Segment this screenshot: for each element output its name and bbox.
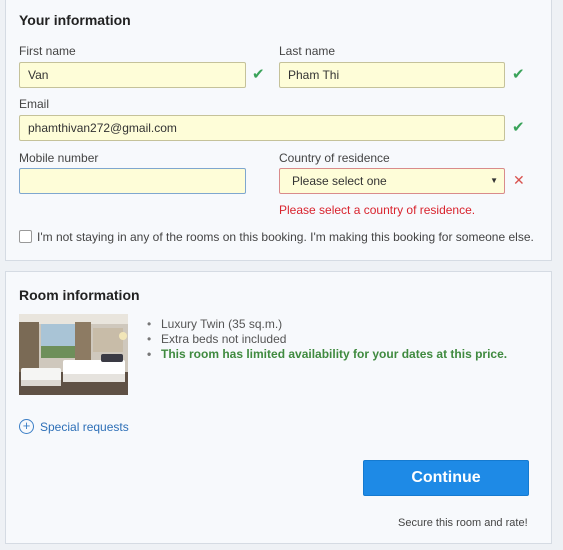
first-name-label: First name (19, 44, 76, 58)
special-requests-link[interactable]: Special requests (40, 420, 129, 434)
email-field[interactable]: phamthivan272@gmail.com (19, 115, 505, 141)
room-information-title: Room information (19, 287, 140, 303)
continue-button[interactable]: Continue (363, 460, 529, 496)
your-information-card: Your information First name Van ✔ Last n… (5, 0, 552, 261)
availability-item: This room has limited availability for y… (147, 347, 507, 362)
room-information-card: Room information Luxury Twin (35 sq.m.) … (5, 271, 552, 544)
email-label: Email (19, 97, 50, 111)
first-name-field[interactable]: Van (19, 62, 246, 88)
not-staying-label: I'm not staying in any of the rooms on t… (37, 230, 534, 244)
country-label: Country of residence (279, 151, 390, 165)
last-name-label: Last name (279, 44, 336, 58)
room-details-list: Luxury Twin (35 sq.m.) Extra beds not in… (147, 317, 507, 362)
secure-room-text: Secure this room and rate! (398, 517, 528, 529)
extra-beds-item: Extra beds not included (147, 332, 507, 347)
first-name-check-icon: ✔ (252, 66, 265, 83)
mobile-number-field[interactable] (19, 168, 246, 194)
not-staying-checkbox[interactable] (19, 230, 32, 243)
country-cross-icon: ✕ (513, 172, 525, 188)
plus-circle-icon[interactable]: + (19, 419, 34, 434)
country-select-value: Please select one (292, 174, 387, 188)
caret-down-icon: ▼ (490, 176, 498, 185)
last-name-check-icon: ✔ (512, 66, 525, 83)
country-error-message: Please select a country of residence. (279, 203, 476, 217)
last-name-field[interactable]: Pham Thi (279, 62, 505, 88)
country-select[interactable]: Please select one ▼ (279, 168, 505, 194)
your-information-title: Your information (19, 12, 131, 28)
room-type-item: Luxury Twin (35 sq.m.) (147, 317, 507, 332)
mobile-number-label: Mobile number (19, 151, 99, 165)
room-photo (19, 314, 128, 395)
email-check-icon: ✔ (512, 119, 525, 136)
